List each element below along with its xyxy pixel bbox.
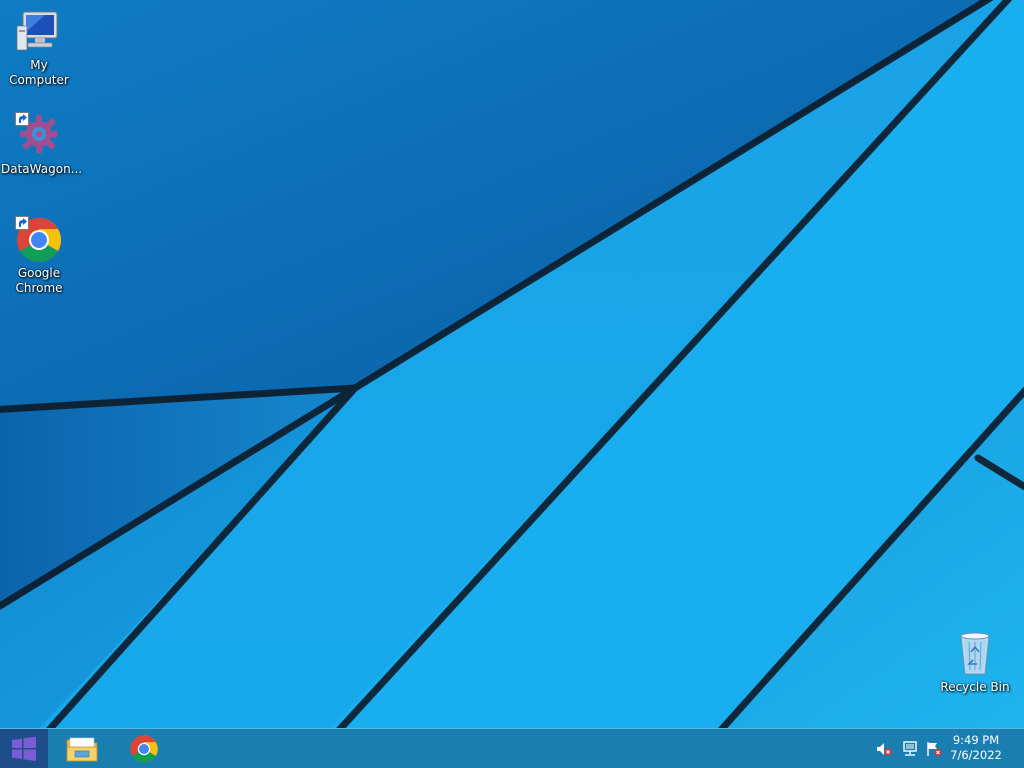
shortcut-arrow-icon [15,112,29,126]
system-tray: 9:49 PM 7/6/2022 [864,729,1024,768]
action-center-flag-icon[interactable] [926,741,942,757]
wallpaper [0,0,1024,728]
volume-muted-icon[interactable] [876,741,892,757]
computer-icon [15,8,63,56]
clock-time: 9:49 PM [952,733,1000,747]
desktop-icon-my-computer[interactable]: My Computer [0,8,79,88]
desktop-icon-label-line2: Chrome [15,281,63,295]
datawagon-gear-icon [15,112,63,160]
start-button[interactable] [0,729,48,768]
folder-icon [66,737,98,761]
recycle-bin-icon [951,630,999,678]
taskbar-clock[interactable]: 9:49 PM 7/6/2022 [946,733,1006,763]
desktop-icon-google-chrome[interactable]: Google Chrome [0,216,79,296]
shortcut-arrow-icon [15,216,29,230]
desktop-icon-label: My Computer [9,58,69,87]
network-icon[interactable] [902,741,918,757]
taskbar-chrome-button[interactable] [114,729,174,768]
desktop-icon-recycle-bin[interactable]: Recycle Bin [935,630,1015,695]
desktop[interactable]: My Computer DataWagon... Google Chrome R… [0,0,1024,728]
chrome-icon [130,734,158,763]
clock-date: 7/6/2022 [950,748,1002,762]
chrome-icon [15,216,63,264]
desktop-icon-label-line1: Google [17,266,61,280]
taskbar: 9:49 PM 7/6/2022 [0,728,1024,768]
desktop-icon-label: Recycle Bin [940,680,1010,694]
desktop-icon-label: DataWagon... [1,162,83,176]
taskbar-file-explorer-button[interactable] [52,729,112,768]
desktop-icon-datawagon[interactable]: DataWagon... [0,112,83,177]
windows-logo-icon [12,736,36,761]
